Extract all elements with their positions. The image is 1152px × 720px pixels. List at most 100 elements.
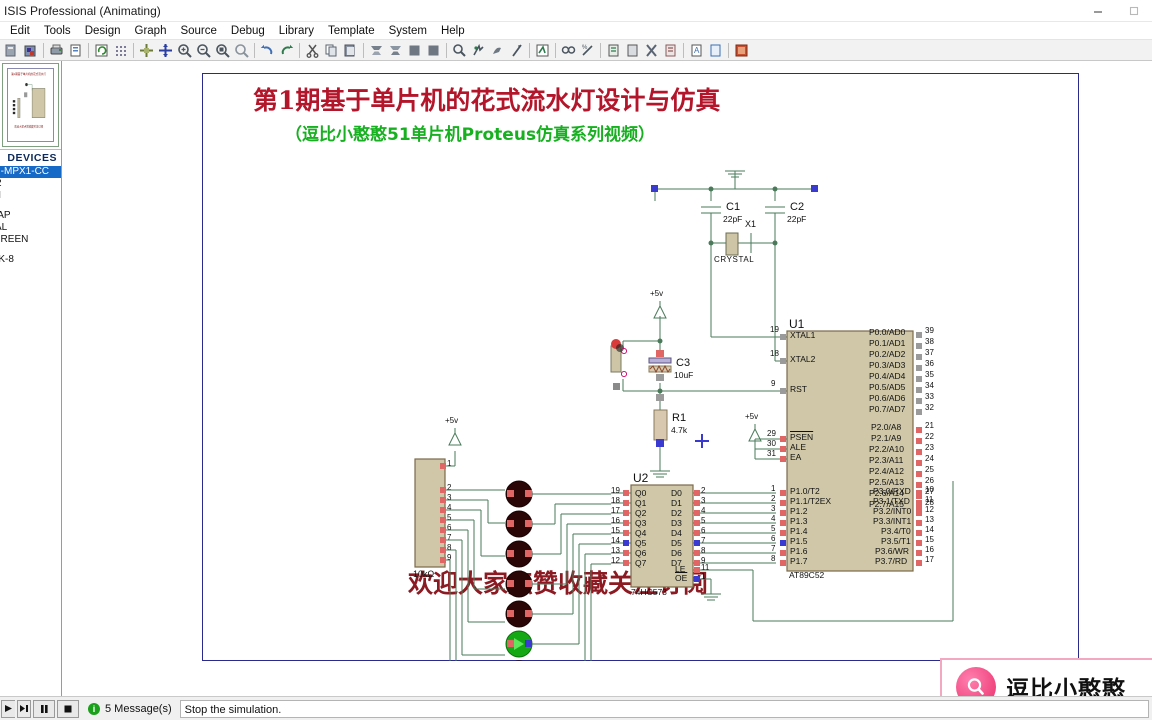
pin-num-u2-5: 5 bbox=[701, 516, 705, 525]
menu-item-tools[interactable]: Tools bbox=[37, 22, 78, 40]
preview-schematic-icon: 第1期基于单片机的花式流水灯 欢迎大家点赞收藏关注订阅 bbox=[8, 69, 53, 141]
origin-icon[interactable] bbox=[138, 42, 155, 59]
electrical-rules-icon[interactable] bbox=[605, 42, 622, 59]
play-button[interactable] bbox=[1, 700, 15, 718]
print-icon[interactable] bbox=[48, 42, 65, 59]
schematic-drawing bbox=[63, 61, 1152, 661]
pin-num-17: 17 bbox=[925, 555, 934, 564]
pin-num-3: 3 bbox=[771, 504, 775, 513]
menu-item-help[interactable]: Help bbox=[434, 22, 472, 40]
pin-label-d3: D3 bbox=[671, 518, 682, 528]
menu-item-edit[interactable]: Edit bbox=[3, 22, 37, 40]
wire-label-icon[interactable] bbox=[534, 42, 551, 59]
menu-item-design[interactable]: Design bbox=[78, 22, 128, 40]
pin-num-21: 21 bbox=[925, 421, 934, 430]
menu-item-debug[interactable]: Debug bbox=[224, 22, 272, 40]
copy-icon[interactable] bbox=[323, 42, 340, 59]
redo-icon[interactable] bbox=[278, 42, 295, 59]
label-power-5v-respack: +5v bbox=[445, 416, 458, 425]
new-icon[interactable] bbox=[3, 42, 20, 59]
pin-num-u2-8: 8 bbox=[701, 546, 705, 555]
device-item-at89c52[interactable]: AT89C52 bbox=[0, 178, 61, 190]
message-count[interactable]: i 5 Message(s) bbox=[80, 703, 180, 715]
label-respack-value: 10kΩ bbox=[413, 569, 434, 579]
pin-label-p23: P2.3/A11 bbox=[869, 455, 903, 465]
netlist-compiler-icon[interactable] bbox=[624, 42, 641, 59]
property-assign-icon[interactable] bbox=[560, 42, 577, 59]
info-icon: i bbox=[88, 703, 100, 715]
toolbar-separator bbox=[446, 43, 447, 58]
pan-icon[interactable] bbox=[157, 42, 174, 59]
menu-item-template[interactable]: Template bbox=[321, 22, 382, 40]
pause-button[interactable] bbox=[33, 700, 55, 718]
device-item-7seg[interactable]: 7SEG-MPX1-CC bbox=[0, 166, 61, 178]
menu-item-source[interactable]: Source bbox=[173, 22, 223, 40]
3d-view-icon[interactable] bbox=[707, 42, 724, 59]
pick-device-icon[interactable] bbox=[451, 42, 468, 59]
print-area-icon[interactable] bbox=[67, 42, 84, 59]
zoom-in-icon[interactable] bbox=[176, 42, 193, 59]
schematic-canvas[interactable]: 第1期基于单片机的花式流水灯设计与仿真 （逗比小憨憨51单片机Proteus仿真… bbox=[62, 61, 1152, 696]
open-icon[interactable] bbox=[22, 42, 39, 59]
step-button[interactable] bbox=[17, 700, 31, 718]
menu-bar[interactable]: Edit Tools Design Graph Source Debug Lib… bbox=[0, 22, 1152, 40]
pin-num-12: 12 bbox=[925, 505, 934, 514]
toolbar[interactable]: % A bbox=[0, 40, 1152, 61]
block-delete-icon[interactable] bbox=[425, 42, 442, 59]
undo-icon[interactable] bbox=[259, 42, 276, 59]
menu-item-system[interactable]: System bbox=[382, 22, 434, 40]
netlist-icon[interactable]: % bbox=[579, 42, 596, 59]
maximize-icon[interactable] bbox=[1116, 0, 1152, 22]
pin-num-23: 23 bbox=[925, 443, 934, 452]
zoom-out-icon[interactable] bbox=[195, 42, 212, 59]
pin-num-u2-14: 14 bbox=[611, 536, 620, 545]
device-item-respack8[interactable]: RESPACK-8 bbox=[0, 254, 61, 266]
device-item-button[interactable]: BUTTON bbox=[0, 190, 61, 202]
pin-num-29: 29 bbox=[767, 429, 776, 438]
pin-num-9: 9 bbox=[771, 379, 775, 388]
menu-item-graph[interactable]: Graph bbox=[128, 22, 174, 40]
pin-num-7: 7 bbox=[771, 544, 775, 553]
pin-num-5: 5 bbox=[771, 524, 775, 533]
label-power-5v-psen: +5v bbox=[745, 412, 758, 421]
bom-icon[interactable] bbox=[662, 42, 679, 59]
toolbar-separator bbox=[555, 43, 556, 58]
pin-num-30: 30 bbox=[767, 439, 776, 448]
pin-num-31: 31 bbox=[767, 449, 776, 458]
design-explorer-icon[interactable] bbox=[733, 42, 750, 59]
block-copy-icon[interactable] bbox=[368, 42, 385, 59]
grid-icon[interactable] bbox=[112, 42, 129, 59]
pin-num-1: 1 bbox=[771, 484, 775, 493]
block-rotate-icon[interactable] bbox=[406, 42, 423, 59]
refresh-icon[interactable] bbox=[93, 42, 110, 59]
pin-label-p37: P3.7/RD bbox=[875, 556, 907, 566]
device-item-led-green[interactable]: LED-GREEN bbox=[0, 234, 61, 246]
preview-pane[interactable]: 第1期基于单片机的花式流水灯 欢迎大家点赞收藏关注订阅 bbox=[2, 63, 59, 147]
stop-button[interactable] bbox=[57, 700, 79, 718]
zoom-area-icon[interactable] bbox=[214, 42, 231, 59]
pin-label-p33: P3.3/INT1 bbox=[873, 516, 911, 526]
block-move-icon[interactable] bbox=[387, 42, 404, 59]
model-icon[interactable] bbox=[643, 42, 660, 59]
packaging-icon[interactable] bbox=[489, 42, 506, 59]
minimize-icon[interactable] bbox=[1080, 0, 1116, 22]
zoom-sheet-icon[interactable] bbox=[233, 42, 250, 59]
make-device-icon[interactable] bbox=[470, 42, 487, 59]
pin-num-u2-6: 6 bbox=[701, 526, 705, 535]
pin-num-34: 34 bbox=[925, 381, 934, 390]
ares-icon[interactable]: A bbox=[688, 42, 705, 59]
pin-num-15: 15 bbox=[925, 535, 934, 544]
cut-icon[interactable] bbox=[304, 42, 321, 59]
device-item-crystal[interactable]: CRYSTAL bbox=[0, 222, 61, 234]
window-controls[interactable] bbox=[1080, 0, 1152, 22]
devices-list[interactable]: 7SEG-MPX1-CC AT89C52 BUTTON CAP CRYSTAL … bbox=[0, 166, 61, 696]
device-item-cap[interactable]: CAP bbox=[0, 210, 61, 222]
devices-header-label: DEVICES bbox=[0, 150, 61, 166]
pin-label-p01: P0.1/AD1 bbox=[869, 338, 905, 348]
decompose-icon[interactable] bbox=[508, 42, 525, 59]
paste-icon[interactable] bbox=[342, 42, 359, 59]
pin-label-p11: P1.1/T2EX bbox=[790, 496, 831, 506]
pin-num-8: 8 bbox=[771, 554, 775, 563]
pin-terminal bbox=[656, 374, 664, 381]
menu-item-library[interactable]: Library bbox=[272, 22, 321, 40]
